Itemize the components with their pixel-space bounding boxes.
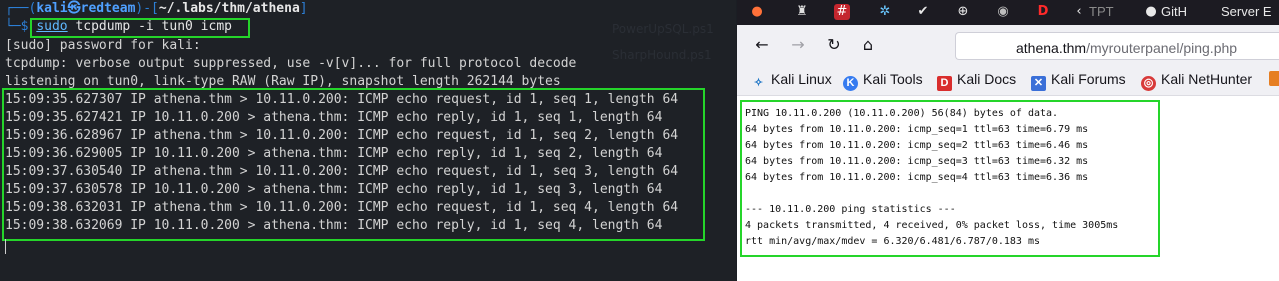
firefox-icon[interactable]: ● (749, 4, 765, 20)
forward-icon[interactable]: → (787, 34, 809, 56)
browser-window: ● ♜ # ✲ ✔ ⊕ ◉ D ‹ TPT ● GitH Server E ← … (737, 0, 1279, 281)
bookmark-label: Kali Docs (957, 71, 1017, 87)
ping-output-line: 4 packets transmitted, 4 received, 0% pa… (745, 220, 1119, 231)
bookmark-label: Kali NetHunter (1161, 71, 1253, 87)
ping-output-line: 64 bytes from 10.11.0.200: icmp_seq=1 tt… (745, 124, 1089, 135)
kali-tools-icon: K (843, 76, 858, 91)
ping-output-line: 64 bytes from 10.11.0.200: icmp_seq=2 tt… (745, 140, 1089, 151)
back-icon[interactable]: ← (751, 34, 773, 56)
page-content: PING 10.11.0.200 (10.11.0.200) 56(84) by… (737, 96, 1279, 281)
ping-output-line: PING 10.11.0.200 (10.11.0.200) 56(84) by… (745, 108, 1059, 119)
ping-output-line: rtt min/avg/max/mdev = 6.320/6.481/6.787… (745, 236, 1041, 247)
github-icon[interactable]: ● (1143, 4, 1159, 20)
terminal-cursor (5, 239, 6, 254)
prompt-directory: ~/.labs/thm/athena (158, 1, 300, 16)
bookmark-kali-tools[interactable]: K Kali Tools (843, 71, 923, 91)
background-file-name: SharpHound.ps1 (612, 48, 712, 62)
background-file-name: PowerUpSQL.ps1 (612, 22, 714, 36)
tab-tpt[interactable]: TPT (1089, 4, 1114, 19)
kali-dragon-icon: ✧ (753, 77, 764, 89)
extension-icon[interactable]: ♜ (794, 4, 810, 20)
chevron-left-icon[interactable]: ‹ (1071, 4, 1087, 20)
bookmark-label: Kali Tools (863, 71, 923, 87)
ping-output-line: 64 bytes from 10.11.0.200: icmp_seq=4 tt… (745, 172, 1089, 183)
tab-bar: ● ♜ # ✲ ✔ ⊕ ◉ D ‹ TPT ● GitH Server E (737, 0, 1279, 25)
tab-server[interactable]: Server E (1221, 4, 1272, 19)
bookmark-kali-forums[interactable]: ✕ Kali Forums (1031, 71, 1126, 91)
reload-icon[interactable]: ↻ (823, 34, 845, 56)
bookmark-overflow[interactable] (1269, 71, 1279, 89)
url-bar[interactable]: athena.thm/myrouterpanel/ping.php (955, 32, 1279, 60)
url-path: /myrouterpanel/ping.php (1086, 40, 1238, 56)
prompt-user: kali㉿redteam (36, 1, 136, 16)
ping-output-line: 64 bytes from 10.11.0.200: icmp_seq=3 tt… (745, 156, 1089, 167)
check-icon[interactable]: ✔ (915, 4, 931, 20)
output-line: tcpdump: verbose output suppressed, use … (5, 56, 577, 71)
prompt-close: ] (299, 1, 308, 16)
globe-icon[interactable]: ⊕ (955, 4, 971, 20)
bookmark-kali-linux[interactable]: ✧ Kali Linux (751, 71, 832, 89)
packets-highlight-box (2, 88, 705, 241)
bookmark-label: Kali Linux (771, 71, 832, 87)
tab-github[interactable]: GitH (1161, 4, 1187, 19)
prompt-mid: )-[ (135, 1, 159, 16)
kali-forums-icon: ✕ (1031, 76, 1046, 91)
d-icon[interactable]: D (1035, 4, 1051, 20)
kali-docs-icon: D (937, 76, 952, 91)
ping-output-line: --- 10.11.0.200 ping statistics --- (745, 204, 956, 215)
home-icon[interactable]: ⌂ (857, 34, 879, 56)
hashtag-icon[interactable]: # (834, 4, 850, 20)
bookmark-kali-docs[interactable]: D Kali Docs (937, 71, 1017, 91)
terminal-window[interactable]: PowerUpSQL.ps1 SharpHound.ps1 ┌──(kali㉿r… (0, 0, 736, 281)
bookmark-overflow-icon (1269, 71, 1279, 86)
prompt-line: ┌──(kali㉿redteam)-[~/.labs/thm/athena] (5, 0, 308, 18)
tool-icon[interactable]: ◉ (995, 4, 1011, 20)
bookmark-label: Kali Forums (1051, 71, 1126, 87)
prompt-open: ┌──( (5, 1, 37, 16)
bookmark-kali-nethunter[interactable]: ◎ Kali NetHunter (1141, 71, 1253, 91)
kali-nethunter-icon: ◎ (1141, 76, 1156, 91)
bookmarks-toolbar: ✧ Kali Linux K Kali Tools D Kali Docs ✕ Kali… (737, 65, 1279, 96)
kali-icon[interactable]: ✲ (877, 4, 893, 20)
url-host: athena.thm (1016, 40, 1087, 56)
command-highlight-box (30, 18, 250, 38)
output-line: [sudo] password for kali: (5, 38, 201, 53)
url-text: athena.thm/myrouterpanel/ping.php (1016, 38, 1237, 57)
